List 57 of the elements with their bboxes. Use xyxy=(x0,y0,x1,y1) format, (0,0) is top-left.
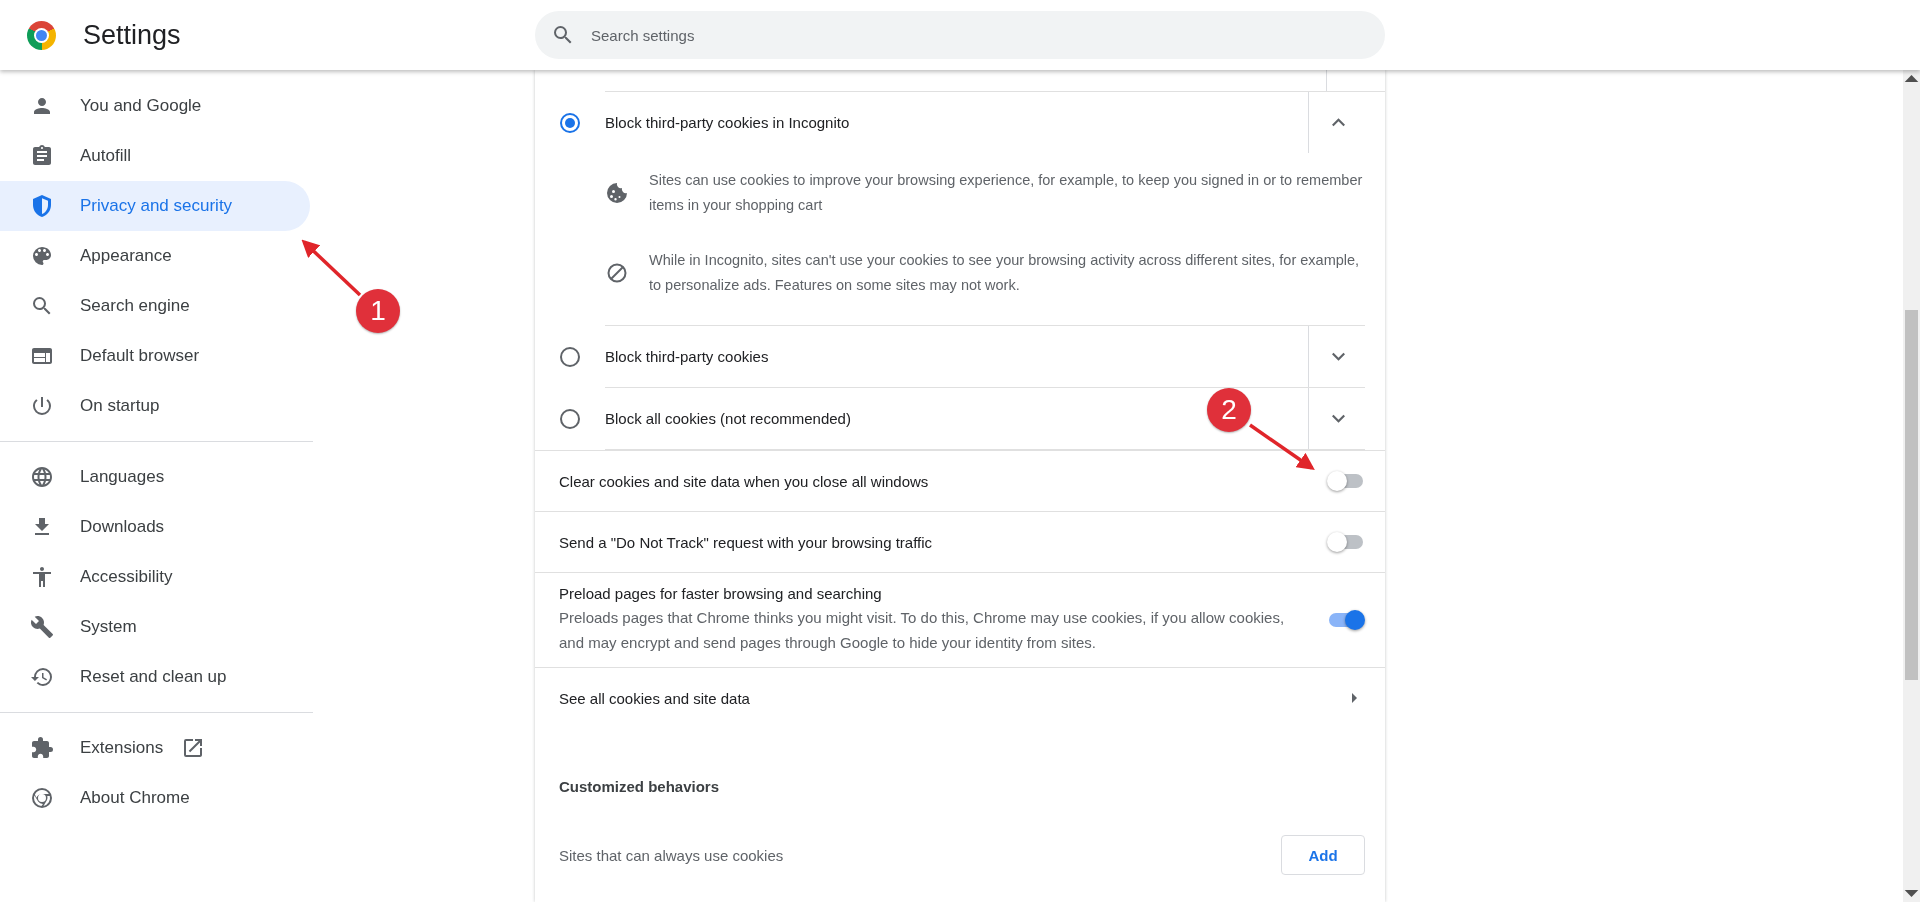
sidebar-item[interactable]: Extensions xyxy=(0,723,310,773)
scrollbar-thumb[interactable] xyxy=(1905,310,1918,680)
description-text: While in Incognito, sites can't use your cookies to see your browsing activity across different sites, for example, to personalize ads. Features on some sites may not work. xyxy=(649,251,1361,295)
block-icon xyxy=(605,261,629,285)
setting-label: Sites that can always use cookies xyxy=(559,846,784,864)
setting-label: Send a "Do Not Track" request with your browsing traffic xyxy=(559,533,933,551)
setting-label: Preload pages for faster browsing and searching xyxy=(559,585,883,602)
option-label: Block third-party cookies in Incognito xyxy=(605,114,851,131)
radio-button[interactable] xyxy=(560,112,580,133)
sidebar-item[interactable]: Default browser xyxy=(0,331,310,381)
section-heading: Customized behaviors xyxy=(558,777,721,795)
sidebar-item[interactable]: Reset and clean up xyxy=(0,652,310,702)
scrollbar[interactable] xyxy=(1903,70,1920,902)
sidebar-item[interactable]: Autofill xyxy=(0,131,310,181)
toggle-switch[interactable] xyxy=(1327,470,1365,492)
globe-icon xyxy=(30,465,54,489)
option-label: Block third-party cookies xyxy=(605,348,770,365)
annotation-arrow xyxy=(1249,423,1315,470)
sidebar-item[interactable]: System xyxy=(0,602,310,652)
chrome-logo-icon xyxy=(27,20,56,50)
page-title: Settings xyxy=(83,19,181,51)
option-label: Block all cookies (not recommended) xyxy=(605,410,852,427)
accessibility-icon xyxy=(30,565,54,589)
shield-icon xyxy=(30,194,54,218)
puzzle-piece-icon xyxy=(30,736,54,760)
toggle-switch[interactable] xyxy=(1327,609,1365,631)
chevron-down-icon xyxy=(1331,352,1345,361)
sidebar-item[interactable]: About Chrome xyxy=(0,773,310,823)
sidebar-item[interactable]: Downloads xyxy=(0,502,310,552)
cookie-icon xyxy=(605,181,629,205)
setting-label: Clear cookies and site data when you close all windows xyxy=(559,472,929,490)
toggle-switch[interactable] xyxy=(1327,531,1365,553)
sidebar-item[interactable]: Accessibility xyxy=(0,552,310,602)
sidebar-item[interactable]: On startup xyxy=(0,381,310,431)
cookies-link-row[interactable]: See all cookies and site data xyxy=(535,667,1385,728)
palette-icon xyxy=(30,244,54,268)
radio-button[interactable] xyxy=(560,409,580,429)
chevron-down-icon xyxy=(1331,414,1345,423)
sidebar-item[interactable]: Languages xyxy=(0,452,310,502)
radio-button[interactable] xyxy=(560,347,580,367)
sidebar-item[interactable]: Search engine xyxy=(0,281,310,331)
chevron-up-icon xyxy=(1331,118,1345,127)
wrench-icon xyxy=(30,615,54,639)
annotation-arrow xyxy=(301,239,362,297)
clipboard-icon xyxy=(30,144,54,168)
search-field[interactable]: Search settings xyxy=(535,11,1385,59)
history-icon xyxy=(30,665,54,689)
add-button[interactable]: Add xyxy=(1281,835,1365,875)
setting-description: Preloads pages that Chrome thinks you might visit. To do this, Chrome may use cookies, if you allow cookies, and may encrypt and send pages through Google to hide your identity from sites. xyxy=(559,608,1286,653)
power-icon xyxy=(30,394,54,418)
sidebar-item[interactable]: Privacy and security xyxy=(0,181,310,231)
annotation-badge: 1 xyxy=(356,289,400,333)
chrome-icon xyxy=(30,786,54,810)
sidebar-item[interactable]: Appearance xyxy=(0,231,310,281)
description-text: Sites can use cookies to improve your browsing experience, for example, to keep you signed in or to remember items in your shopping cart xyxy=(649,171,1364,215)
arrow-right-icon xyxy=(1352,693,1357,703)
sidebar-item[interactable]: You and Google xyxy=(0,81,310,131)
